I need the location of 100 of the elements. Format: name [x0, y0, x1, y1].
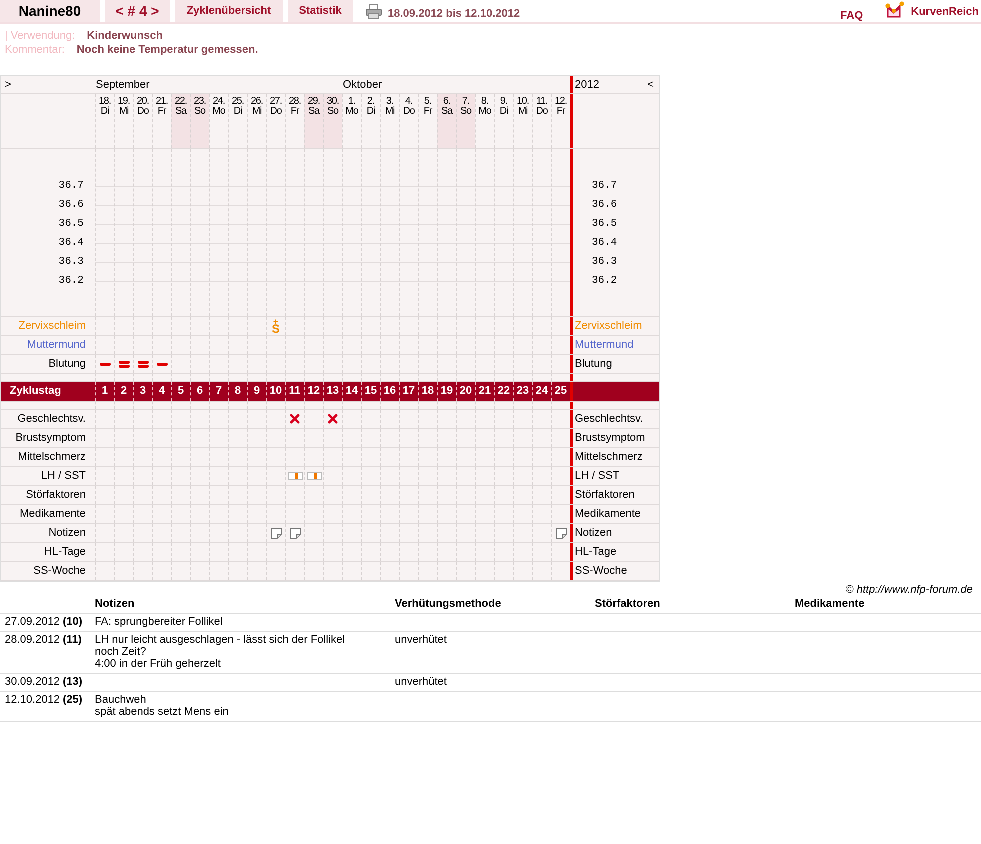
temperature-tick: 36.2: [58, 274, 84, 289]
nav-tab[interactable]: Statistik: [288, 0, 353, 22]
column-header: Notizen: [95, 598, 135, 610]
note-text: FA: sprungbereiter Follikel: [95, 616, 223, 628]
row-label: Notizen: [575, 527, 612, 539]
scroll-right-arrow[interactable]: >: [5, 79, 12, 91]
date-cell: 12.10.2012: [5, 694, 60, 706]
day-header: 25. Di: [228, 94, 247, 148]
cycle-day-number: 13: [326, 384, 340, 400]
row-label: Mittelschmerz: [18, 451, 86, 463]
cycle-day-number: 5: [178, 384, 184, 400]
copyright-text: © http://www.nfp-forum.de: [844, 584, 974, 596]
day-header: 11. Do: [532, 94, 551, 148]
day-header: 29. Sa: [304, 94, 323, 148]
note-text: Bauchweh spät abends setzt Mens ein: [95, 694, 229, 718]
day-header: 24. Mo: [209, 94, 228, 148]
cycle-day-number: 18: [422, 384, 434, 400]
day-header: 23. So: [190, 94, 209, 148]
temperature-tick: 36.4: [592, 236, 618, 251]
cycle-day-number: 24: [536, 384, 548, 400]
day-header: 27. Do: [266, 94, 285, 148]
cycle-day-number: 20: [460, 384, 472, 400]
cycle-day-cell: (13): [63, 676, 83, 688]
cycle-day-number: 9: [254, 384, 260, 400]
day-header: 2. Di: [361, 94, 380, 148]
temperature-tick: 36.3: [592, 255, 618, 270]
bleeding-mark: [100, 362, 110, 366]
cycle-day-number: 15: [364, 384, 378, 400]
row-label: Mittelschmerz: [575, 451, 643, 463]
nav-tab[interactable]: Zyklenübersicht: [175, 0, 283, 22]
cross-icon: [290, 414, 300, 424]
field-label: | Verwendung:: [5, 29, 76, 43]
row-label: Geschlechtsv.: [575, 413, 644, 425]
cycle-day-number: 3: [140, 384, 146, 400]
day-header: 30. So: [323, 94, 342, 148]
row-label: Muttermund: [575, 339, 634, 351]
temperature-tick: 36.4: [58, 236, 84, 251]
note-icon: [556, 528, 566, 538]
cycle-day-cell: (11): [63, 634, 82, 646]
row-label: SS-Woche: [34, 565, 86, 577]
temperature-tick: 36.7: [58, 179, 84, 194]
cycle-day-number: 2: [120, 384, 128, 400]
cycle-day-number: 16: [384, 384, 396, 400]
day-header: 7. So: [456, 94, 475, 148]
day-header: 1. Mo: [342, 94, 361, 148]
year-label: 2012: [575, 78, 600, 93]
row-label: Zervixschleim: [18, 320, 86, 332]
day-header: 8. Mo: [475, 94, 494, 148]
row-label: Zervixschleim: [575, 320, 642, 332]
month-label: Oktober: [342, 78, 384, 93]
day-header: 19. Mi: [114, 94, 133, 148]
row-label: Störfaktoren: [26, 489, 86, 501]
cycle-day-number: 8: [234, 384, 242, 400]
temperature-tick: 36.6: [58, 198, 84, 213]
day-header: 20. Do: [133, 94, 152, 148]
row-label: LH / SST: [41, 470, 86, 482]
cycle-navigation[interactable]: < # 4 >: [105, 0, 170, 22]
scroll-left-arrow[interactable]: <: [648, 76, 654, 93]
temperature-tick: 36.5: [58, 217, 84, 232]
day-header: 10. Mi: [513, 94, 532, 148]
row-label: Notizen: [48, 527, 86, 539]
cross-icon: [328, 414, 338, 424]
row-label: Brustsymptom: [575, 432, 646, 444]
cycle-day-cell: (25): [63, 694, 83, 706]
logo-icon: [885, 1, 906, 19]
row-label: Zyklustag: [10, 385, 62, 397]
day-header: 3. Mi: [380, 94, 399, 148]
day-header: 18. Di: [95, 94, 114, 148]
row-label: Medikamente: [20, 508, 86, 520]
field-value: Noch keine Temperatur gemessen.: [76, 43, 258, 57]
cycle-day-cell: (10): [63, 616, 83, 628]
mucus-symbol: +S: [272, 319, 280, 333]
row-label: Blutung: [575, 358, 612, 370]
bleeding-mark: [156, 362, 168, 366]
test-strip-icon: [288, 472, 302, 480]
printer-icon[interactable]: [366, 4, 382, 19]
day-header: 9. Di: [494, 94, 513, 148]
date-range: 18.09.2012 bis 12.10.2012: [388, 7, 520, 22]
cycle-day-number: 14: [346, 384, 358, 400]
temperature-tick: 36.5: [592, 217, 618, 232]
temperature-tick: 36.2: [592, 274, 618, 289]
row-label: HL-Tage: [44, 546, 86, 558]
field-value: Kinderwunsch: [87, 29, 163, 43]
day-header: 22. Sa: [171, 94, 190, 148]
note-text: LH nur leicht ausgeschlagen - lässt sich der Follikel noch Zeit? 4:00 in der Früh geherzelt: [95, 634, 346, 670]
cycle-day-number: 19: [440, 384, 454, 400]
cycle-day-number: 6: [196, 384, 204, 400]
cycle-day-number: 10: [270, 384, 282, 400]
row-label: Geschlechtsv.: [18, 413, 86, 425]
cycle-day-number: 1: [102, 384, 108, 400]
temperature-tick: 36.7: [592, 179, 618, 194]
cycle-day-number: 25: [554, 384, 568, 400]
field-label: Kommentar:: [5, 43, 65, 57]
cycle-day-number: 4: [158, 384, 166, 400]
faq-link[interactable]: FAQ: [840, 8, 864, 22]
test-strip-icon: [306, 472, 322, 480]
user-name: Nanine80: [0, 0, 100, 22]
cycle-day-number: 17: [402, 384, 416, 400]
row-label: Brustsymptom: [16, 432, 86, 444]
logo-text: KurvenReich: [911, 5, 979, 20]
